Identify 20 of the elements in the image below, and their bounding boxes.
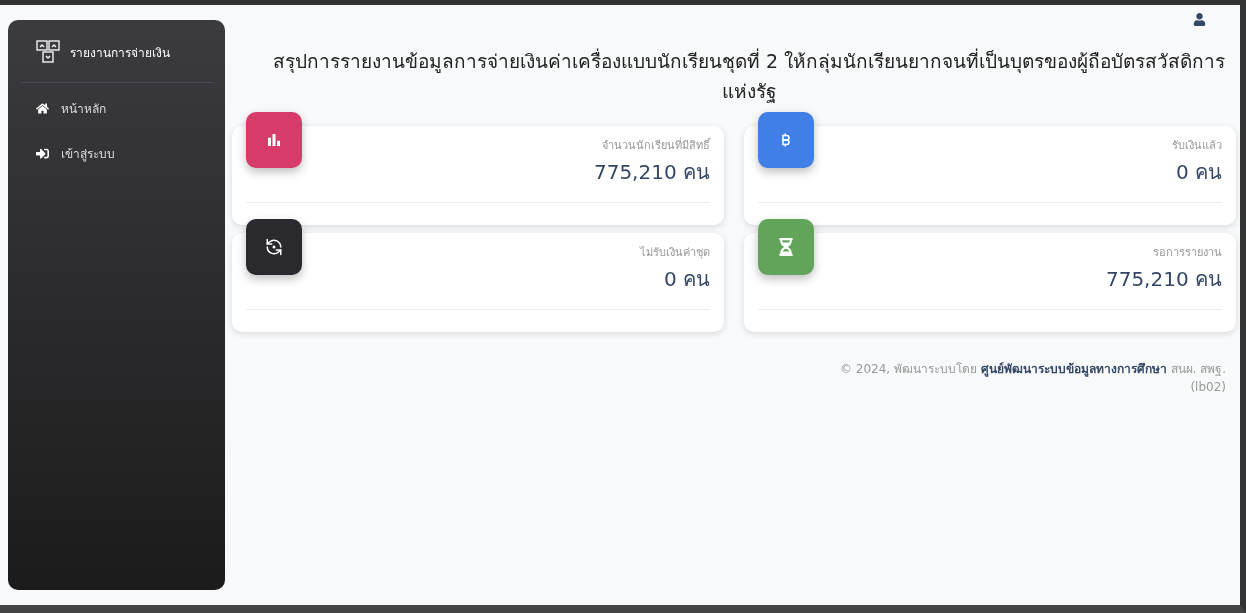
stat-value: 775,210 คน [1105,266,1222,293]
logo-icon [36,40,60,64]
stat-label: รับเงินแล้ว [1172,138,1222,154]
stat-value: 775,210 คน [593,159,710,186]
user-icon[interactable] [1193,13,1206,26]
stat-label: ไม่รับเงินค่าชุด [640,245,710,261]
stat-value: 0 คน [663,266,710,293]
home-icon [36,102,49,115]
brand-title: รายงานการจ่ายเงิน [70,44,170,62]
refresh-icon [265,238,283,256]
nav-link[interactable]: เข้าสู่ระบบ [20,134,213,173]
footer-text: © 2024, พัฒนาระบบโดย ศูนย์พัฒนาระบบข้อมูลทางการศึกษา สนผ. สพฐ. (lb02) [838,361,1226,396]
login-icon [36,147,49,160]
stat-value: 0 คน [1175,159,1222,186]
hourglass-icon [777,238,795,256]
stat-label: รอการรายงาน [1153,245,1222,261]
page-title: สรุปการรายงานข้อมูลการจ่ายเงินค่าเครื่องแบบนักเรียนชุดที่ 2 ให้กลุ่มนักเรียนยากจนที่เป็นบุตรของผู้ถือบัตรสวัสดิการแห่งรัฐ [271,47,1227,105]
bar-chart-icon [265,131,283,149]
nav-link[interactable]: หน้าหลัก [20,89,213,128]
stat-label: จำนวนนักเรียนที่มีสิทธิ์ [602,136,710,154]
